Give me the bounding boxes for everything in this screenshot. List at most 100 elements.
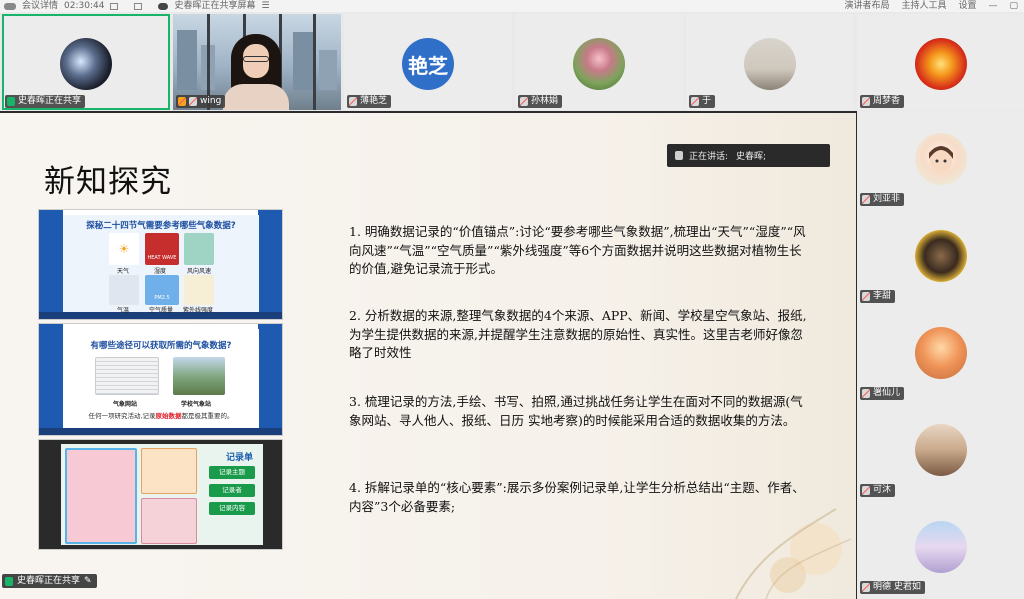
name-tag: 明德 史君如 [860, 581, 925, 594]
slide-thumbnail: 有哪些途径可以获取所需的气象数据? 气象网站 学校气象站 任何一项研究活动,记录… [38, 323, 283, 436]
avatar [60, 38, 112, 90]
menu-icon[interactable]: ☰ [261, 1, 269, 11]
shared-screen: 新知探究 正在讲话: 史春晖; 探秘二十四节气需要参考哪些气象数据? ☀ HEA… [0, 113, 856, 599]
meeting-details-link[interactable]: 会议详情 [22, 0, 58, 12]
record-button: 记录主题 [209, 466, 255, 479]
signal-icon [110, 2, 119, 10]
participant-tile[interactable]: 孙林娟 [515, 14, 683, 110]
participant-tile[interactable]: 于 [686, 14, 854, 110]
point-2: 2. 分析数据的来源,整理气象数据的4个来源、APP、新闻、学校星空气象站、报纸… [349, 308, 807, 360]
share-status-label: 史春晖正在共享 [17, 576, 81, 586]
name-tag: 孙林娟 [518, 95, 563, 108]
wind-cell [109, 275, 139, 305]
name-tag: wing [176, 95, 226, 108]
air-quality-cell: PM2.5 [145, 275, 179, 305]
participant-strip: 史春晖正在共享 wing 艳芝 薄艳芝 孙林娟 于 周梦香 [0, 12, 1024, 111]
record-sheet-image [141, 498, 197, 544]
name-tag: 于 [689, 95, 716, 108]
cell-label: 湿度 [154, 268, 167, 275]
avatar [744, 38, 796, 90]
cell-label: 气温 [117, 307, 130, 314]
minimize-icon[interactable]: — [988, 1, 997, 11]
mic-muted-icon [862, 292, 870, 301]
avatar [914, 38, 967, 90]
participant-tile[interactable]: 明德 史君如 [857, 501, 1024, 596]
avatar: 艳芝 [402, 38, 454, 90]
screen-share-icon [5, 576, 13, 586]
name-tag: 署仙儿 [860, 387, 905, 400]
thumbnail-heading: 有哪些途径可以获取所需的气象数据? [90, 341, 232, 351]
name-tag: 周梦香 [860, 95, 905, 108]
name-tag: 刘亚非 [860, 193, 905, 206]
thumbnail-heading: 探秘二十四节气需要参考哪些气象数据? [86, 221, 236, 231]
mic-muted-icon [862, 389, 870, 398]
title-bar: 会议详情 02:30:44 史春晖正在共享屏幕 ☰ 演讲者布局 主持人工具 设置… [0, 0, 1024, 12]
slide-thumbnail: 探秘二十四节气需要参考哪些气象数据? ☀ HEAT WAVE 天气 湿度 风向风… [38, 209, 283, 320]
mic-muted-icon [189, 97, 197, 106]
record-sheet-image [141, 448, 197, 494]
sharing-status: 史春晖正在共享屏幕 [174, 1, 256, 11]
maximize-icon[interactable]: ▢ [1009, 1, 1018, 11]
annotate-icon[interactable]: ✎ [84, 574, 92, 588]
participant-tile[interactable]: 刘亚非 [857, 113, 1024, 208]
cell-label: 学校气象站 [181, 401, 212, 408]
slide-thumbnail: 记录单 记录主题 记录者 记录内容 [38, 439, 283, 550]
speaking-indicator: 正在讲话: 史春晖; [667, 144, 830, 167]
name-tag: 可沐 [860, 484, 896, 497]
mic-muted-icon [862, 583, 870, 592]
avatar [914, 521, 967, 573]
layout-button[interactable]: 演讲者布局 [844, 0, 889, 12]
record-button: 记录者 [209, 484, 255, 497]
avatar [914, 424, 967, 476]
mic-muted-icon [349, 97, 357, 106]
participant-tile[interactable]: 可沐 [857, 404, 1024, 499]
name-tag: 李甜 [860, 290, 896, 303]
speaking-label: 正在讲话: [689, 152, 729, 162]
avatar [914, 327, 967, 379]
participant-video-person [223, 32, 289, 110]
mic-icon [675, 151, 683, 160]
mic-muted-icon [862, 97, 870, 106]
weather-icons-cell: ☀ [109, 233, 139, 265]
point-3: 3. 梳理记录的方法,手绘、书写、拍照,通过挑战任务让学生在面对不同的数据源(气… [349, 394, 803, 428]
name-tag: 薄艳芝 [347, 95, 392, 108]
avatar [914, 133, 967, 185]
speaking-name: 史春晖; [736, 152, 767, 162]
cell-label: 风向风速 [187, 268, 212, 275]
name-tag: 史春晖正在共享 [5, 95, 86, 108]
cell-label: 空气质量 [149, 307, 174, 314]
record-button: 记录内容 [209, 502, 255, 515]
avatar [914, 230, 967, 282]
mic-muted-icon [862, 486, 870, 495]
host-tools-button[interactable]: 主持人工具 [901, 0, 946, 12]
humidity-cell [184, 233, 214, 265]
thumbnail-heading: 记录单 [225, 453, 253, 463]
settings-button[interactable]: 设置 [958, 0, 976, 12]
participant-tile[interactable]: 周梦香 [857, 14, 1024, 110]
screen-share-icon [7, 97, 15, 106]
screen-share-icon [158, 2, 169, 10]
slide-title: 新知探究 [44, 164, 172, 200]
uv-cell [184, 275, 214, 305]
record-sheet-image [65, 448, 137, 544]
user-icon [178, 97, 186, 106]
share-icon[interactable] [134, 2, 143, 10]
participant-tile[interactable]: 署仙儿 [857, 307, 1024, 402]
flower-decoration [735, 508, 852, 599]
avatar [573, 38, 625, 90]
meeting-timer: 02:30:44 [64, 1, 105, 11]
participant-tile[interactable]: 李甜 [857, 210, 1024, 305]
point-1: 1. 明确数据记录的“价值锚点”:讨论“要参考哪些气象数据”,梳理出“天气”“湿… [349, 224, 806, 276]
participant-tile[interactable]: wing [173, 14, 341, 110]
cartoon-girl-icon [928, 146, 953, 172]
cell-label: 天气 [117, 268, 130, 275]
participant-tile[interactable]: 艳芝 薄艳芝 [344, 14, 512, 110]
screen-share-bar[interactable]: 史春晖正在共享 ✎ [2, 574, 97, 588]
mic-muted-icon [520, 97, 528, 106]
heat-wave-cell: HEAT WAVE [145, 233, 179, 265]
website-screenshot [95, 357, 159, 395]
avatar-initials: 艳芝 [408, 53, 448, 78]
weather-station-photo [173, 357, 225, 395]
participant-sidebar: 刘亚非 李甜 署仙儿 可沐 明德 史君如 [857, 111, 1024, 599]
participant-tile[interactable]: 史春晖正在共享 [2, 14, 170, 110]
